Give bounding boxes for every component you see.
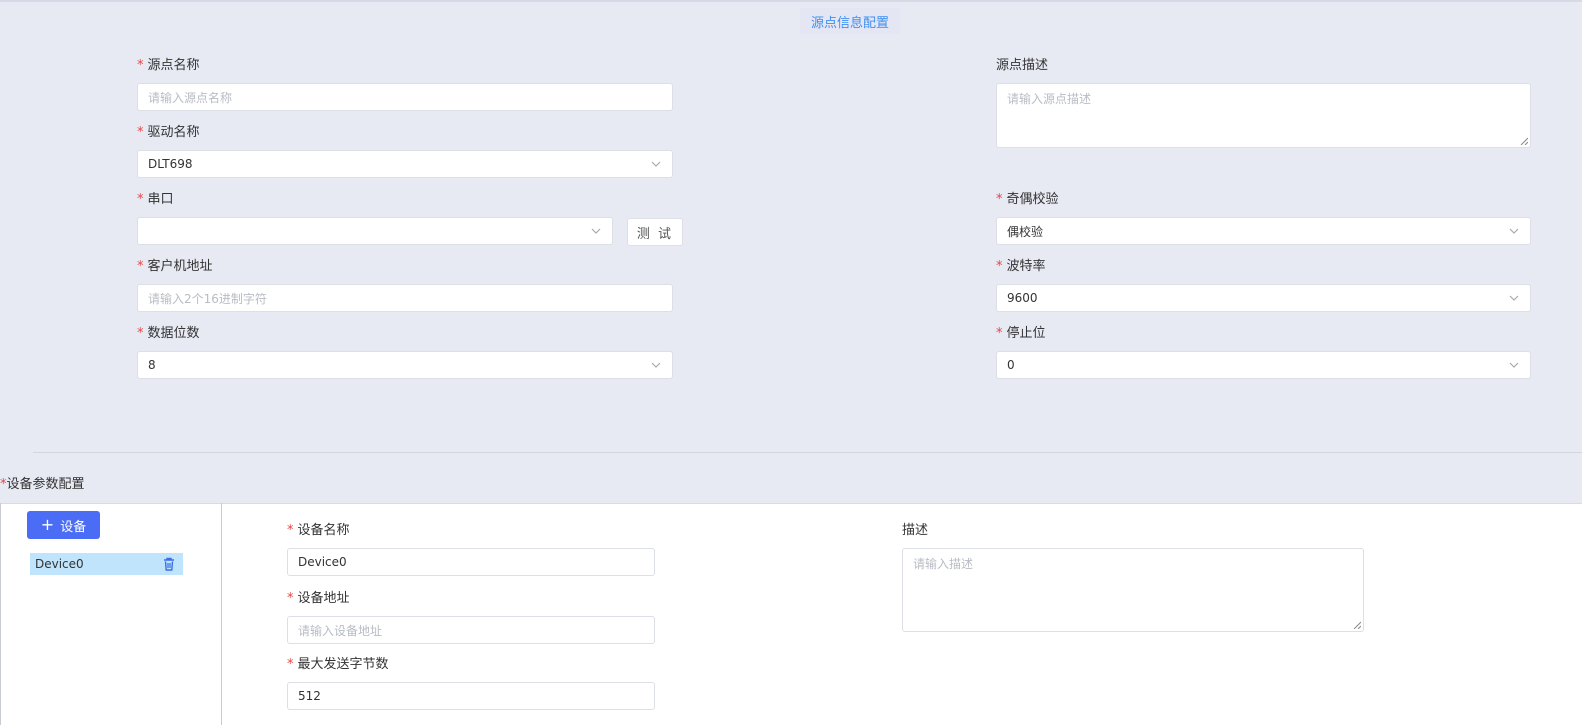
databits-select[interactable]: 8	[137, 351, 673, 379]
client-addr-label: * 客户机地址	[137, 259, 213, 275]
section-title-source-config: 源点信息配置	[800, 8, 900, 34]
device-addr-label: * 设备地址	[287, 591, 350, 607]
driver-select[interactable]: DLT698	[137, 150, 673, 178]
plus-icon: +	[40, 515, 55, 534]
baud-label: * 波特率	[996, 259, 1046, 275]
add-device-label: 设备	[60, 519, 87, 535]
required-mark: *	[996, 326, 1003, 341]
chevron-down-icon	[1509, 295, 1519, 301]
required-mark: *	[137, 259, 144, 274]
required-mark: *	[996, 192, 1003, 207]
required-mark: *	[287, 657, 294, 672]
required-mark: *	[287, 523, 294, 538]
stopbits-select[interactable]: 0	[996, 351, 1531, 379]
source-desc-label: 源点描述	[996, 58, 1049, 73]
section-divider	[33, 452, 1582, 453]
chevron-down-icon	[1509, 228, 1519, 234]
databits-value: 8	[148, 358, 156, 372]
driver-label: * 驱动名称	[137, 125, 200, 141]
driver-value: DLT698	[148, 157, 193, 171]
test-button[interactable]: 测 试	[627, 218, 683, 246]
device-item-label: Device0	[35, 557, 84, 571]
serial-select[interactable]	[137, 217, 613, 245]
resize-handle-icon[interactable]	[1353, 621, 1361, 629]
resize-handle-icon[interactable]	[1520, 137, 1528, 145]
source-desc-placeholder: 请输入源点描述	[1007, 92, 1092, 106]
required-mark: *	[996, 259, 1003, 274]
baud-value: 9600	[1007, 291, 1038, 305]
label-text: 波特率	[1006, 259, 1046, 274]
label-text: 串口	[147, 192, 174, 207]
device-desc-placeholder: 请输入描述	[913, 557, 974, 571]
device-name-input[interactable]: Device0	[287, 548, 655, 576]
label-text: 设备名称	[297, 523, 350, 538]
databits-label: * 数据位数	[137, 326, 200, 342]
parity-select[interactable]: 偶校验	[996, 217, 1531, 245]
serial-label: * 串口	[137, 192, 174, 208]
chevron-down-icon	[651, 362, 661, 368]
label-text: 源点名称	[147, 58, 200, 73]
label-text: 设备地址	[297, 591, 350, 606]
required-mark: *	[137, 192, 144, 207]
label-text: 设备参数配置	[6, 477, 85, 492]
stopbits-label: * 停止位	[996, 326, 1046, 342]
label-text: 奇偶校验	[1006, 192, 1059, 207]
required-mark: *	[137, 58, 144, 73]
device-list-item[interactable]: Device0	[30, 553, 183, 575]
parity-value: 偶校验	[1007, 224, 1044, 239]
device-name-label: * 设备名称	[287, 523, 350, 539]
label-text: 最大发送字节数	[297, 657, 389, 672]
source-name-label: * 源点名称	[137, 58, 200, 74]
chevron-down-icon	[591, 228, 601, 234]
required-mark: *	[287, 591, 294, 606]
label-text: 数据位数	[147, 326, 200, 341]
max-bytes-input[interactable]: 512	[287, 682, 655, 710]
client-addr-input[interactable]: 请输入2个16进制字符	[137, 284, 673, 312]
required-mark: *	[137, 125, 144, 140]
source-desc-textarea[interactable]: 请输入源点描述	[996, 83, 1531, 148]
top-border	[0, 0, 1582, 2]
chevron-down-icon	[1509, 362, 1519, 368]
label-text: 客户机地址	[147, 259, 213, 274]
parity-label: * 奇偶校验	[996, 192, 1059, 208]
device-desc-label: 描述	[902, 523, 929, 538]
max-bytes-label: * 最大发送字节数	[287, 657, 389, 673]
add-device-button[interactable]: + 设备	[27, 511, 100, 539]
device-config-title: *设备参数配置	[0, 473, 85, 492]
device-desc-textarea[interactable]: 请输入描述	[902, 548, 1364, 632]
chevron-down-icon	[651, 161, 661, 167]
baud-select[interactable]: 9600	[996, 284, 1531, 312]
label-text: 驱动名称	[147, 125, 200, 140]
device-addr-input[interactable]: 请输入设备地址	[287, 616, 655, 644]
source-name-input[interactable]: 请输入源点名称	[137, 83, 673, 111]
stopbits-value: 0	[1007, 358, 1015, 372]
required-mark: *	[137, 326, 144, 341]
trash-icon[interactable]	[163, 557, 175, 571]
label-text: 停止位	[1006, 326, 1046, 341]
